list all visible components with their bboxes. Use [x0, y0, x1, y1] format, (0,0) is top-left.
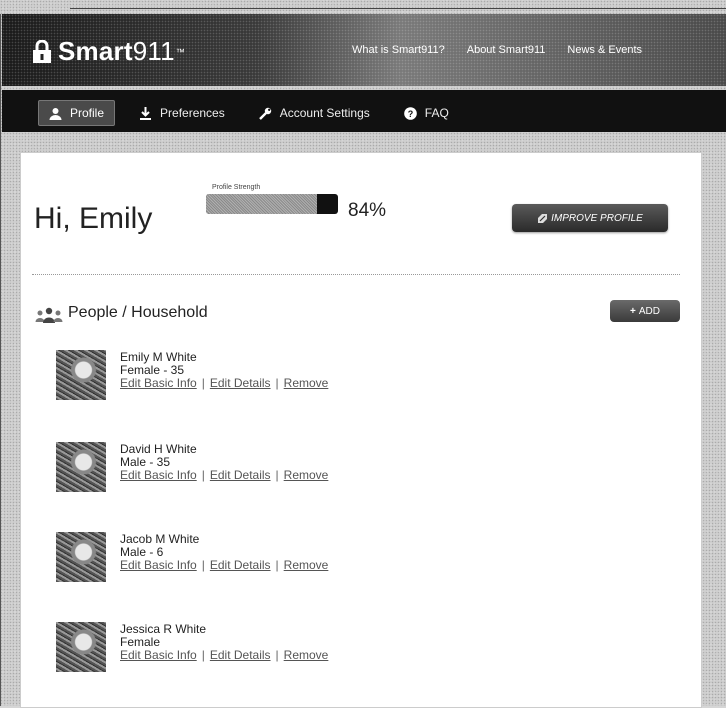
topnav-news-events[interactable]: News & Events: [567, 44, 642, 56]
profile-strength-label: Profile Strength: [212, 184, 261, 191]
question-icon: ?: [403, 106, 417, 120]
remove-link[interactable]: Remove: [284, 376, 329, 390]
download-icon: [140, 106, 152, 120]
greeting-heading: Hi, Emily: [34, 202, 153, 235]
avatar[interactable]: [56, 442, 106, 492]
topnav-about[interactable]: About Smart911: [467, 44, 546, 56]
list-item: Jessica R White Female Edit Basic Info | E…: [56, 622, 456, 682]
edit-details-link[interactable]: Edit Details: [210, 376, 271, 390]
people-icon: [35, 307, 63, 323]
tab-account-settings[interactable]: Account Settings: [249, 101, 380, 125]
improve-icon: [538, 213, 548, 223]
remove-link[interactable]: Remove: [284, 648, 329, 662]
site-header: Smart 911 ™ What is Smart911? About Smart9…: [2, 14, 726, 86]
section-title: People / Household: [68, 304, 208, 321]
edit-basic-info-link[interactable]: Edit Basic Info: [120, 558, 197, 572]
list-item: Jacob M White Male - 6 Edit Basic Info | E…: [56, 532, 456, 592]
avatar[interactable]: [56, 350, 106, 400]
wrench-icon: [258, 107, 271, 120]
list-item: Emily M White Female - 35 Edit Basic Inf…: [56, 350, 456, 410]
top-navigation: What is Smart911? About Smart911 News & …: [352, 44, 642, 56]
window-top-border: [70, 8, 726, 9]
tab-preferences[interactable]: Preferences: [129, 101, 235, 125]
avatar[interactable]: [56, 532, 106, 582]
add-person-button[interactable]: + ADD: [610, 300, 680, 322]
edit-basic-info-link[interactable]: Edit Basic Info: [120, 648, 197, 662]
tab-profile[interactable]: Profile: [38, 100, 116, 126]
smart911-logo[interactable]: Smart 911 ™: [32, 36, 185, 67]
plus-icon: +: [630, 305, 636, 317]
section-divider: [32, 274, 680, 275]
profile-strength-fill: [206, 194, 317, 214]
edit-details-link[interactable]: Edit Details: [210, 468, 271, 482]
edit-details-link[interactable]: Edit Details: [210, 648, 271, 662]
remove-link[interactable]: Remove: [284, 468, 329, 482]
window-left-border: [0, 14, 1, 706]
tab-faq[interactable]: ? FAQ: [394, 101, 459, 125]
lock-icon: [33, 39, 51, 63]
topnav-what-is[interactable]: What is Smart911?: [352, 44, 445, 56]
profile-strength-bar: [206, 194, 338, 214]
remove-link[interactable]: Remove: [284, 558, 329, 572]
user-icon: [49, 107, 62, 120]
edit-basic-info-link[interactable]: Edit Basic Info: [120, 468, 197, 482]
main-nav-bar: Profile Preferences Account Settings ? F…: [2, 90, 726, 132]
edit-basic-info-link[interactable]: Edit Basic Info: [120, 376, 197, 390]
improve-profile-button[interactable]: IMPROVE PROFILE: [512, 204, 668, 232]
edit-details-link[interactable]: Edit Details: [210, 558, 271, 572]
svg-text:?: ?: [408, 109, 414, 119]
avatar[interactable]: [56, 622, 106, 672]
list-item: David H White Male - 35 Edit Basic Info |…: [56, 442, 456, 502]
profile-strength-value: 84%: [348, 200, 387, 221]
